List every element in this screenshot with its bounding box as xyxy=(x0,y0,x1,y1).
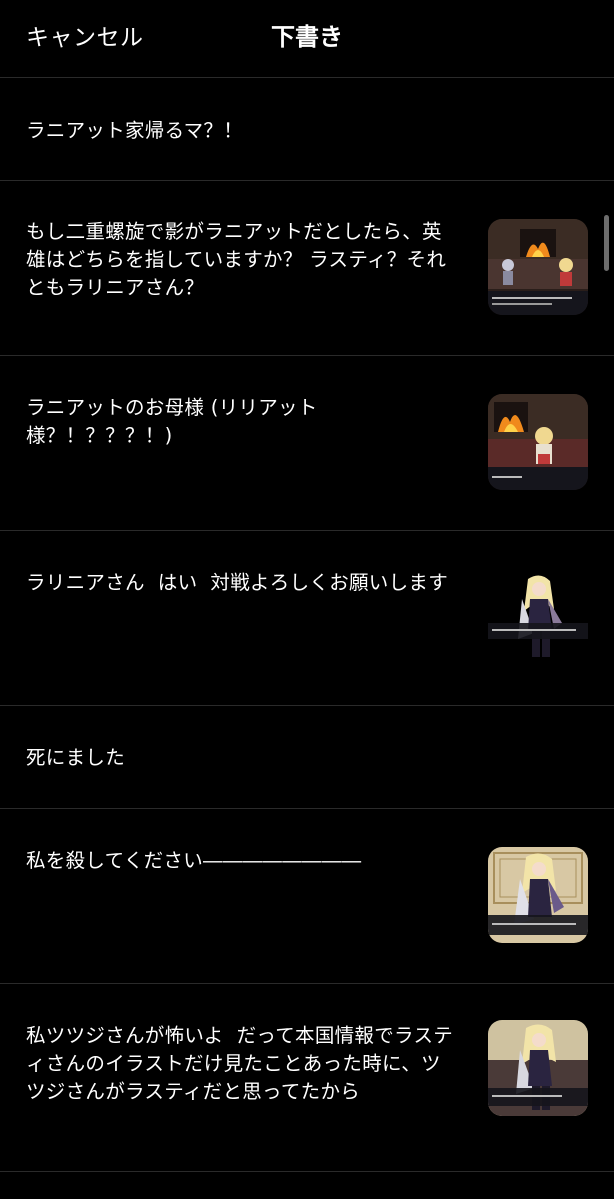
draft-text: ラニアット家帰るマ？！ xyxy=(26,119,244,142)
page-title: 下書き xyxy=(271,23,343,51)
draft-row[interactable]: 私を殺してください―――――――― xyxy=(0,809,614,984)
header-bar: キャンセル 下書き xyxy=(0,0,614,78)
draft-thumbnail xyxy=(488,1020,588,1116)
draft-thumbnail xyxy=(488,847,588,943)
draft-thumbnail xyxy=(488,394,588,490)
draft-thumbnail xyxy=(488,219,588,315)
draft-row[interactable]: ラニアット家帰るマ？！ xyxy=(0,78,614,181)
draft-text: 私を殺してください―――――――― xyxy=(26,849,362,872)
draft-row[interactable]: もし二重螺旋で影がラニアットだとしたら、英雄はどちらを指していますか？ ラスティ… xyxy=(0,181,614,356)
draft-text: ラニアットのお母様 (リリアット様？！？？？！) xyxy=(26,396,318,447)
draft-row[interactable]: 私ツツジさんが怖いよ だって本国情報でラスティさんのイラストだけ見たことあった時… xyxy=(0,984,614,1172)
draft-thumbnail xyxy=(488,569,588,665)
draft-row[interactable]: ラニアットのお母様 (リリアット様？！？？？！) xyxy=(0,356,614,531)
draft-row[interactable]: 死にました xyxy=(0,706,614,809)
draft-row[interactable]: ラリニアさん はい 対戦よろしくお願いします xyxy=(0,531,614,706)
draft-text: 私ツツジさんが怖いよ だって本国情報でラスティさんのイラストだけ見たことあった時… xyxy=(26,1024,454,1103)
draft-text: もし二重螺旋で影がラニアットだとしたら、英雄はどちらを指していますか？ ラスティ… xyxy=(26,220,447,299)
draft-text: 死にました xyxy=(26,746,126,769)
scrollbar[interactable] xyxy=(604,215,609,271)
draft-text: ラリニアさん はい 対戦よろしくお願いします xyxy=(26,571,448,594)
drafts-list: ラニアット家帰るマ？！ もし二重螺旋で影がラニアットだとしたら、英雄はどちらを指… xyxy=(0,78,614,1172)
